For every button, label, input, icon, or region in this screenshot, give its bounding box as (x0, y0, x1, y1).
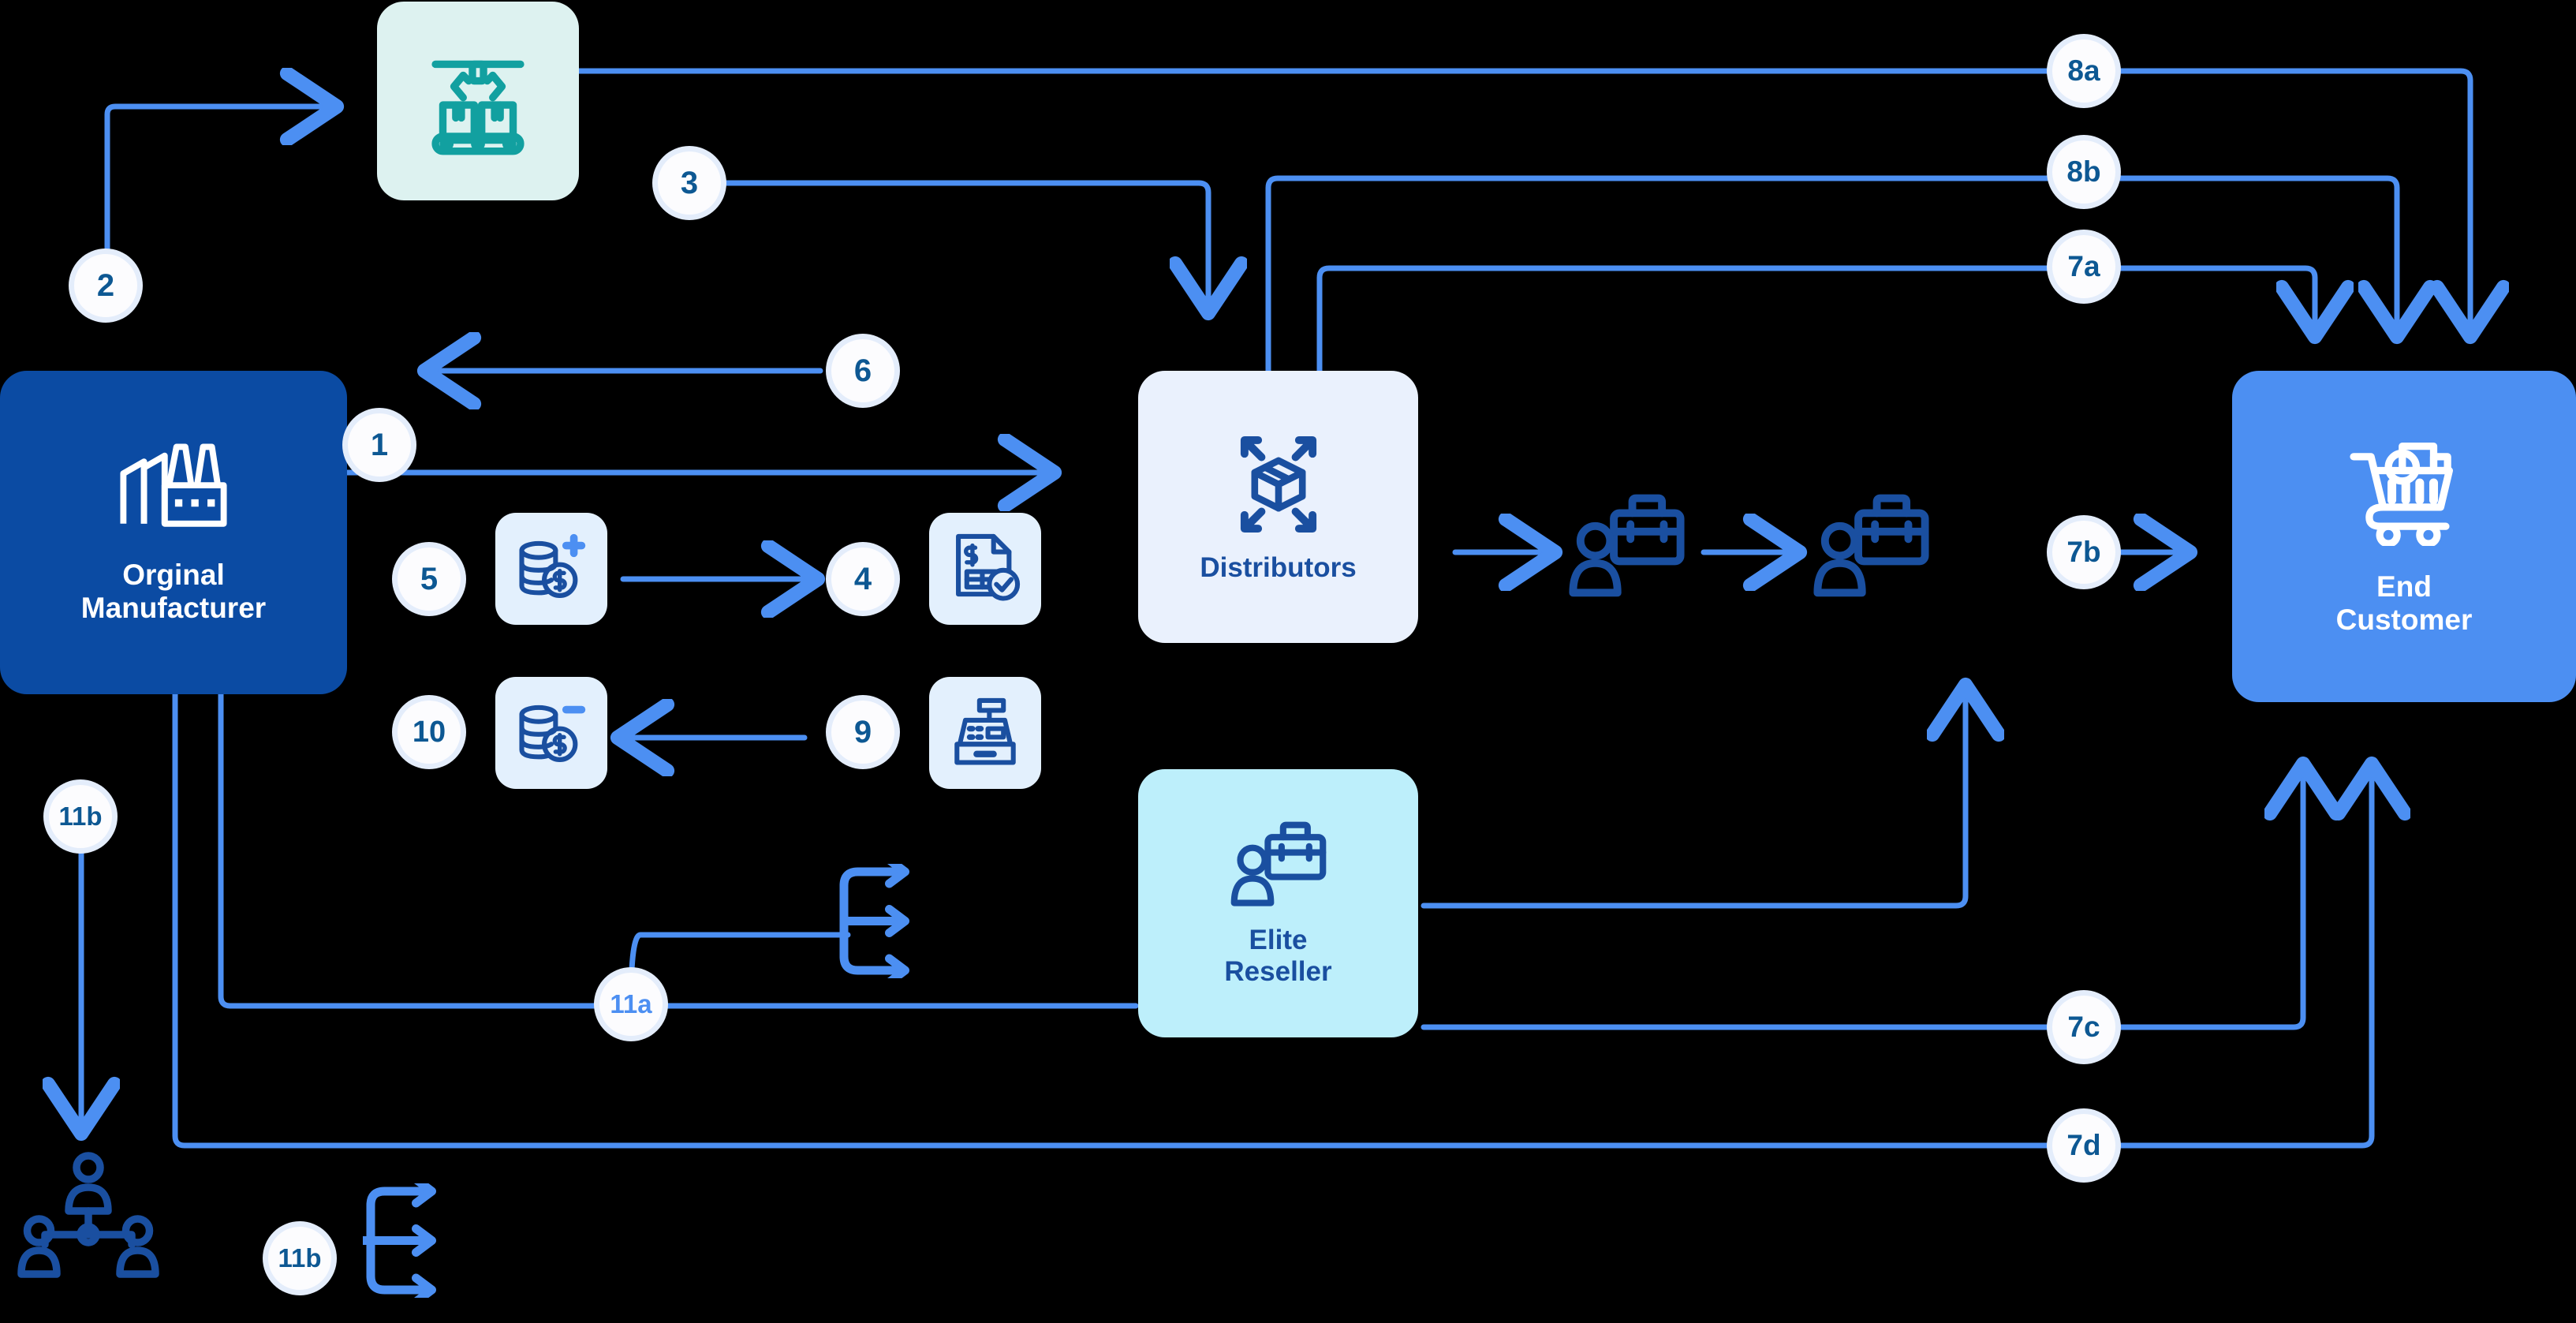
invoice-check-icon[interactable] (929, 513, 1041, 625)
factory-icon (114, 441, 233, 536)
node-label: Elite Reseller (1224, 925, 1332, 987)
cash-register-icon[interactable] (929, 677, 1041, 789)
split-arrows-icon (323, 1175, 450, 1306)
badge-11b-left[interactable]: 11b (49, 785, 112, 848)
package-distribution-icon (1224, 430, 1333, 543)
node-original-manufacturer[interactable]: Orginal Manufacturer (0, 371, 347, 694)
connector-layer (0, 0, 2576, 1149)
node-end-customer[interactable]: End Customer (2232, 371, 2576, 702)
badge-10[interactable]: 10 (398, 701, 461, 764)
badge-1[interactable]: 1 (348, 413, 411, 477)
badge-8a[interactable]: 8a (2052, 39, 2115, 103)
node-label: Orginal Manufacturer (80, 559, 267, 624)
node-label: Distributors (1200, 552, 1357, 584)
badge-3[interactable]: 3 (658, 151, 721, 215)
badge-11a[interactable]: 11a (599, 973, 663, 1036)
split-arrows-icon (836, 855, 923, 987)
reseller-briefcase-person-icon (1228, 820, 1329, 917)
coins-plus-icon[interactable] (495, 513, 607, 625)
badge-2[interactable]: 2 (74, 254, 137, 317)
badge-9[interactable]: 9 (831, 701, 894, 764)
people-network-icon (17, 1152, 159, 1282)
badge-7d[interactable]: 7d (2052, 1114, 2115, 1177)
badge-6[interactable]: 6 (831, 339, 894, 402)
badge-8b[interactable]: 8b (2052, 140, 2115, 204)
badge-7a[interactable]: 7a (2052, 235, 2115, 298)
coins-minus-icon[interactable] (495, 677, 607, 789)
badge-5[interactable]: 5 (398, 548, 461, 611)
node-elite-reseller[interactable]: Elite Reseller (1138, 769, 1418, 1037)
node-label: End Customer (2335, 570, 2473, 636)
node-distributors[interactable]: Distributors (1138, 371, 1418, 643)
diagram-canvas: Orginal Manufacturer Distributors Elite … (0, 0, 2576, 1323)
assembly-robot-icon (419, 40, 537, 163)
reseller-briefcase-person-icon (1810, 489, 1932, 607)
shopping-cart-icon (2345, 437, 2463, 550)
reseller-briefcase-person-icon (1566, 489, 1688, 607)
badge-7c[interactable]: 7c (2052, 996, 2115, 1059)
badge-4[interactable]: 4 (831, 548, 894, 611)
node-production[interactable] (377, 2, 579, 200)
badge-7b[interactable]: 7b (2052, 521, 2115, 584)
badge-11b-bottom[interactable]: 11b (268, 1227, 331, 1290)
